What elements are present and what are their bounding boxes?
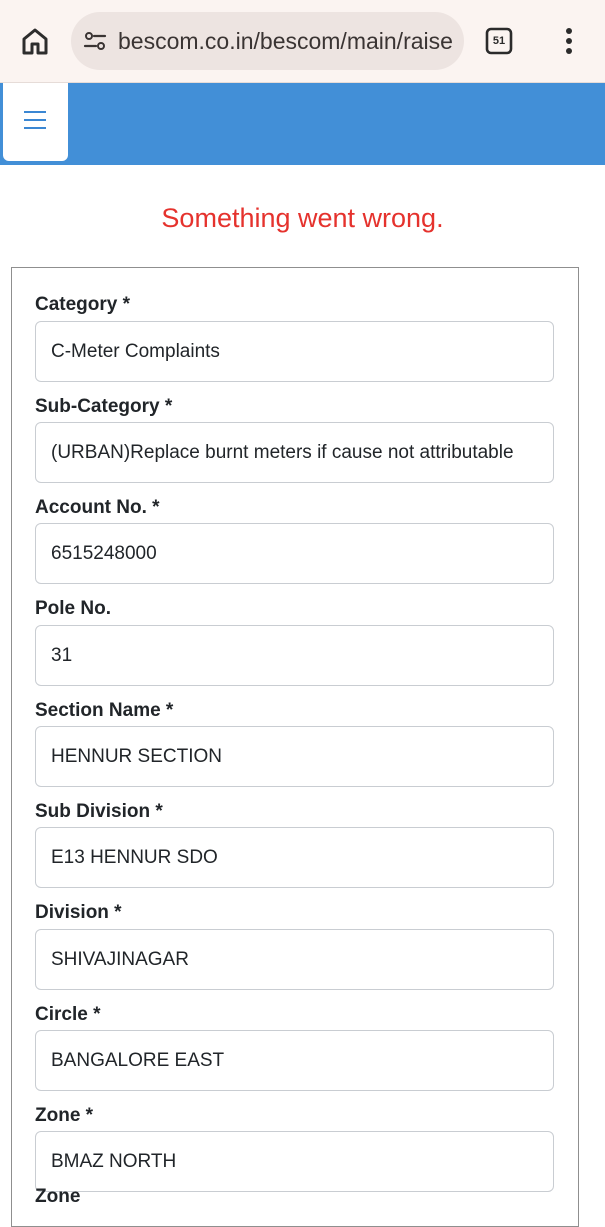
hamburger-icon	[24, 111, 46, 129]
more-options-icon[interactable]	[556, 27, 582, 55]
sub-division-input[interactable]: E13 HENNUR SDO	[35, 827, 554, 888]
division-label: Division *	[35, 902, 122, 923]
section-name-input[interactable]: HENNUR SECTION	[35, 726, 554, 787]
error-message: Something went wrong.	[161, 203, 444, 233]
circle-label: Circle *	[35, 1004, 101, 1025]
pole-no-label: Pole No.	[35, 598, 112, 619]
app-header	[0, 83, 605, 165]
account-no-label: Account No. *	[35, 497, 160, 518]
next-field-label: Zone	[35, 1186, 81, 1207]
section-name-label: Section Name *	[35, 700, 174, 721]
zone-label: Zone *	[35, 1105, 94, 1126]
browser-toolbar: bescom.co.in/bescom/main/raise 51	[0, 0, 605, 83]
sub-category-select[interactable]: (URBAN)Replace burnt meters if cause not…	[35, 422, 554, 483]
account-no-input[interactable]: 6515248000	[35, 523, 554, 584]
category-select[interactable]: C-Meter Complaints	[35, 321, 554, 382]
zone-input[interactable]: BMAZ NORTH	[35, 1131, 554, 1192]
url-text[interactable]: bescom.co.in/bescom/main/raise	[118, 12, 454, 70]
circle-input[interactable]: BANGALORE EAST	[35, 1030, 554, 1091]
sub-category-label: Sub-Category *	[35, 396, 173, 417]
address-bar[interactable]: bescom.co.in/bescom/main/raise	[71, 12, 464, 70]
home-icon[interactable]	[19, 25, 51, 57]
pole-no-input[interactable]: 31	[35, 625, 554, 686]
division-input[interactable]: SHIVAJINAGAR	[35, 929, 554, 990]
tab-switcher-button[interactable]: 51	[485, 27, 513, 55]
hamburger-menu-button[interactable]	[3, 83, 68, 161]
sub-division-label: Sub Division *	[35, 801, 163, 822]
tab-count: 51	[492, 35, 506, 47]
category-label: Category *	[35, 294, 131, 315]
site-info-icon[interactable]	[83, 29, 107, 53]
